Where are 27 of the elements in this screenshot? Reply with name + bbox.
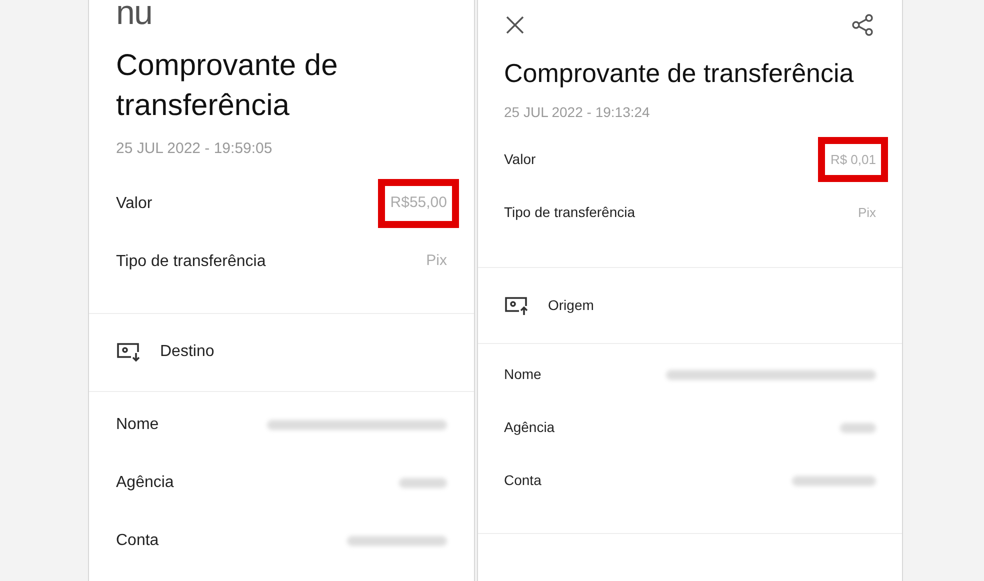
detail-label: Conta bbox=[116, 530, 159, 550]
screen-download-icon bbox=[116, 342, 142, 362]
detail-value: R$ 0,01 bbox=[818, 136, 888, 182]
transaction-date: 25 JUL 2022 - 19:59:05 bbox=[116, 139, 274, 159]
page-title: Comprovante de transferência bbox=[116, 48, 339, 124]
share-icon bbox=[852, 14, 874, 36]
share-button[interactable] bbox=[850, 12, 876, 38]
page-title: Comprovante de transferência bbox=[504, 57, 855, 90]
detail-label: Tipo de transferência bbox=[116, 252, 266, 272]
detail-label: Tipo de transferência bbox=[504, 203, 635, 222]
detail-label: Nome bbox=[116, 414, 159, 434]
detail-value: Pix bbox=[858, 204, 876, 222]
detail-label: Agência bbox=[504, 418, 555, 437]
transaction-date: 25 JUL 2022 - 19:13:24 bbox=[504, 103, 651, 122]
close-icon bbox=[506, 16, 524, 34]
close-button[interactable] bbox=[504, 14, 526, 36]
detail-label: Nome bbox=[504, 365, 542, 384]
detail-value: R$55,00 bbox=[378, 179, 459, 228]
detail-label: Agência bbox=[116, 472, 174, 492]
detail-value: Pix bbox=[426, 251, 447, 272]
section-heading: Destino bbox=[160, 342, 214, 362]
detail-label: Valor bbox=[116, 194, 152, 214]
detail-label: Conta bbox=[504, 471, 542, 490]
section-heading: Origem bbox=[548, 296, 594, 315]
brand-logo: nu bbox=[116, 0, 152, 30]
detail-label: Valor bbox=[504, 150, 536, 169]
screen-upload-icon bbox=[504, 296, 530, 316]
